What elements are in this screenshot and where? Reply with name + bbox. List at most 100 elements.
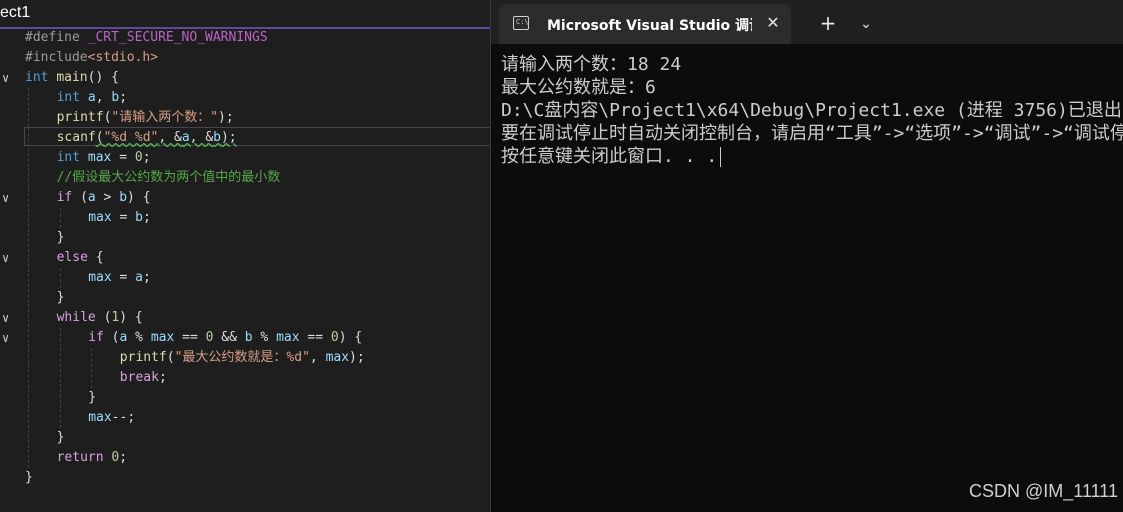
code-token: 0 [134, 150, 143, 165]
code-token: return [56, 450, 112, 465]
fold-chevron-icon[interactable]: ∨ [2, 328, 14, 348]
terminal-tab-title: Microsoft Visual Studio 调试控制台 [547, 18, 752, 34]
code-line[interactable]: ∨ while (1) { [0, 308, 490, 328]
code-token: = [111, 150, 135, 165]
code-token: max [88, 270, 112, 285]
code-token: #define [25, 30, 88, 45]
code-line[interactable]: } [0, 388, 490, 408]
code-token: ) { [119, 310, 143, 325]
fold-chevron-icon[interactable]: ∨ [2, 248, 14, 268]
code-token: main [56, 70, 88, 85]
text-cursor [720, 147, 722, 167]
code-token: ; [158, 370, 167, 385]
code-line[interactable]: #include<stdio.h> [0, 48, 490, 68]
code-text: } [57, 228, 65, 248]
code-text: } [25, 468, 33, 488]
code-line[interactable]: } [0, 228, 490, 248]
code-line[interactable]: int a, b; [0, 88, 490, 108]
code-line[interactable]: int max = 0; [0, 148, 490, 168]
code-token: int [56, 150, 88, 165]
code-token: break [119, 370, 159, 385]
terminal-tab[interactable]: C:\ Microsoft Visual Studio 调试控制台 ✕ [499, 4, 791, 44]
code-token: if [56, 190, 81, 205]
code-token: a [135, 270, 143, 285]
code-text: printf("请输入两个数："); [57, 108, 234, 128]
fold-chevron-icon[interactable]: ∨ [2, 308, 14, 328]
code-token: _CRT_SECURE_NO_WARNINGS [87, 30, 268, 45]
code-text: if (a % max == 0 && b % max == 0) { [88, 328, 362, 348]
code-line[interactable]: break; [0, 368, 490, 388]
code-text: int a, b; [57, 88, 127, 108]
code-line[interactable]: printf("最大公约数就是：%d", max); [0, 348, 490, 368]
editor-tab[interactable]: ect1 [0, 0, 490, 29]
code-token: b [244, 330, 253, 345]
code-token: scanf [56, 130, 96, 145]
code-token: , [309, 350, 326, 365]
code-token: > [95, 190, 120, 205]
output-line: 要在调试停止时自动关闭控制台，请启用“工具”->“选项”->“调试”->“调试停… [501, 123, 1123, 144]
code-editor[interactable]: ect1 #define _CRT_SECURE_NO_WARNINGS #inc… [0, 0, 490, 512]
code-text: return 0; [57, 448, 127, 468]
terminal-window[interactable]: C:\ Microsoft Visual Studio 调试控制台 ✕ + ⌄ … [490, 0, 1123, 512]
code-line[interactable]: //假设最大公约数为两个值中的最小数 [0, 168, 490, 188]
console-icon-label: C:\ [516, 18, 529, 26]
code-line[interactable]: printf("请输入两个数："); [0, 108, 490, 128]
code-line[interactable]: } [0, 468, 490, 488]
close-tab-icon[interactable]: ✕ [762, 12, 784, 34]
code-line[interactable]: max = a; [0, 268, 490, 288]
code-line[interactable]: return 0; [0, 448, 490, 468]
code-text: } [88, 388, 96, 408]
code-token: max [150, 330, 175, 345]
code-token: //假设最大公约数为两个值中的最小数 [56, 170, 281, 185]
code-line[interactable]: ∨ if (a > b) { [0, 188, 490, 208]
code-text: } [57, 288, 65, 308]
code-token: ; [119, 90, 128, 105]
code-line[interactable]: #define _CRT_SECURE_NO_WARNINGS [0, 28, 490, 48]
code-token: } [25, 470, 33, 485]
code-text: while (1) { [57, 308, 143, 328]
watermark: CSDN @IM_11111 [969, 481, 1118, 501]
output-line: 按任意键关闭此窗口. . . [501, 146, 718, 167]
code-text: printf("最大公约数就是：%d", max); [120, 348, 365, 368]
code-line[interactable]: ∨ if (a % max == 0 && b % max == 0) { [0, 328, 490, 348]
code-line[interactable]: ∨ else { [0, 248, 490, 268]
terminal-titlebar: C:\ Microsoft Visual Studio 调试控制台 ✕ + ⌄ [491, 0, 1123, 44]
code-lines[interactable]: #define _CRT_SECURE_NO_WARNINGS #include<… [0, 28, 490, 488]
output-line: 请输入两个数：18 24 [501, 54, 682, 75]
terminal-output[interactable]: 请输入两个数：18 24 最大公约数就是：6 D:\C盘内容\Project1\… [501, 53, 1123, 168]
code-text: max--; [88, 408, 135, 428]
code-token: <stdio.h> [87, 50, 159, 65]
code-token: printf [119, 350, 167, 365]
code-token: a [181, 130, 190, 145]
console-icon: C:\ [513, 16, 529, 30]
code-token: ); [220, 130, 237, 145]
code-token: ( [95, 130, 104, 145]
code-token: a [87, 190, 96, 205]
new-tab-button[interactable]: + [816, 12, 840, 36]
code-token: ); [218, 110, 234, 125]
code-token: 0 [330, 330, 339, 345]
code-line[interactable]: } [0, 288, 490, 308]
code-token: && [213, 330, 245, 345]
code-line[interactable]: max = b; [0, 208, 490, 228]
code-line[interactable]: max--; [0, 408, 490, 428]
code-token: max [88, 210, 112, 225]
output-line: D:\C盘内容\Project1\x64\Debug\Project1.exe … [501, 100, 1123, 121]
code-line[interactable]: } [0, 428, 490, 448]
code-token: ( [111, 330, 120, 345]
fold-chevron-icon[interactable]: ∨ [2, 188, 14, 208]
code-line[interactable]: ∨ int main() { [0, 68, 490, 88]
code-line[interactable]: scanf("%d %d", &a, &b); [0, 128, 490, 148]
code-token: } [88, 390, 97, 405]
code-token: ; [142, 210, 151, 225]
code-token: () { [87, 70, 119, 85]
fold-chevron-icon[interactable]: ∨ [2, 68, 14, 88]
code-token: b [119, 190, 128, 205]
code-token: , & [189, 130, 214, 145]
output-line-last: 按任意键关闭此窗口. . . [501, 145, 1123, 168]
code-token: b [135, 210, 143, 225]
code-token: b [213, 130, 221, 145]
code-token: int [56, 90, 88, 105]
chevron-down-icon[interactable]: ⌄ [854, 12, 878, 36]
code-token: , [95, 90, 112, 105]
